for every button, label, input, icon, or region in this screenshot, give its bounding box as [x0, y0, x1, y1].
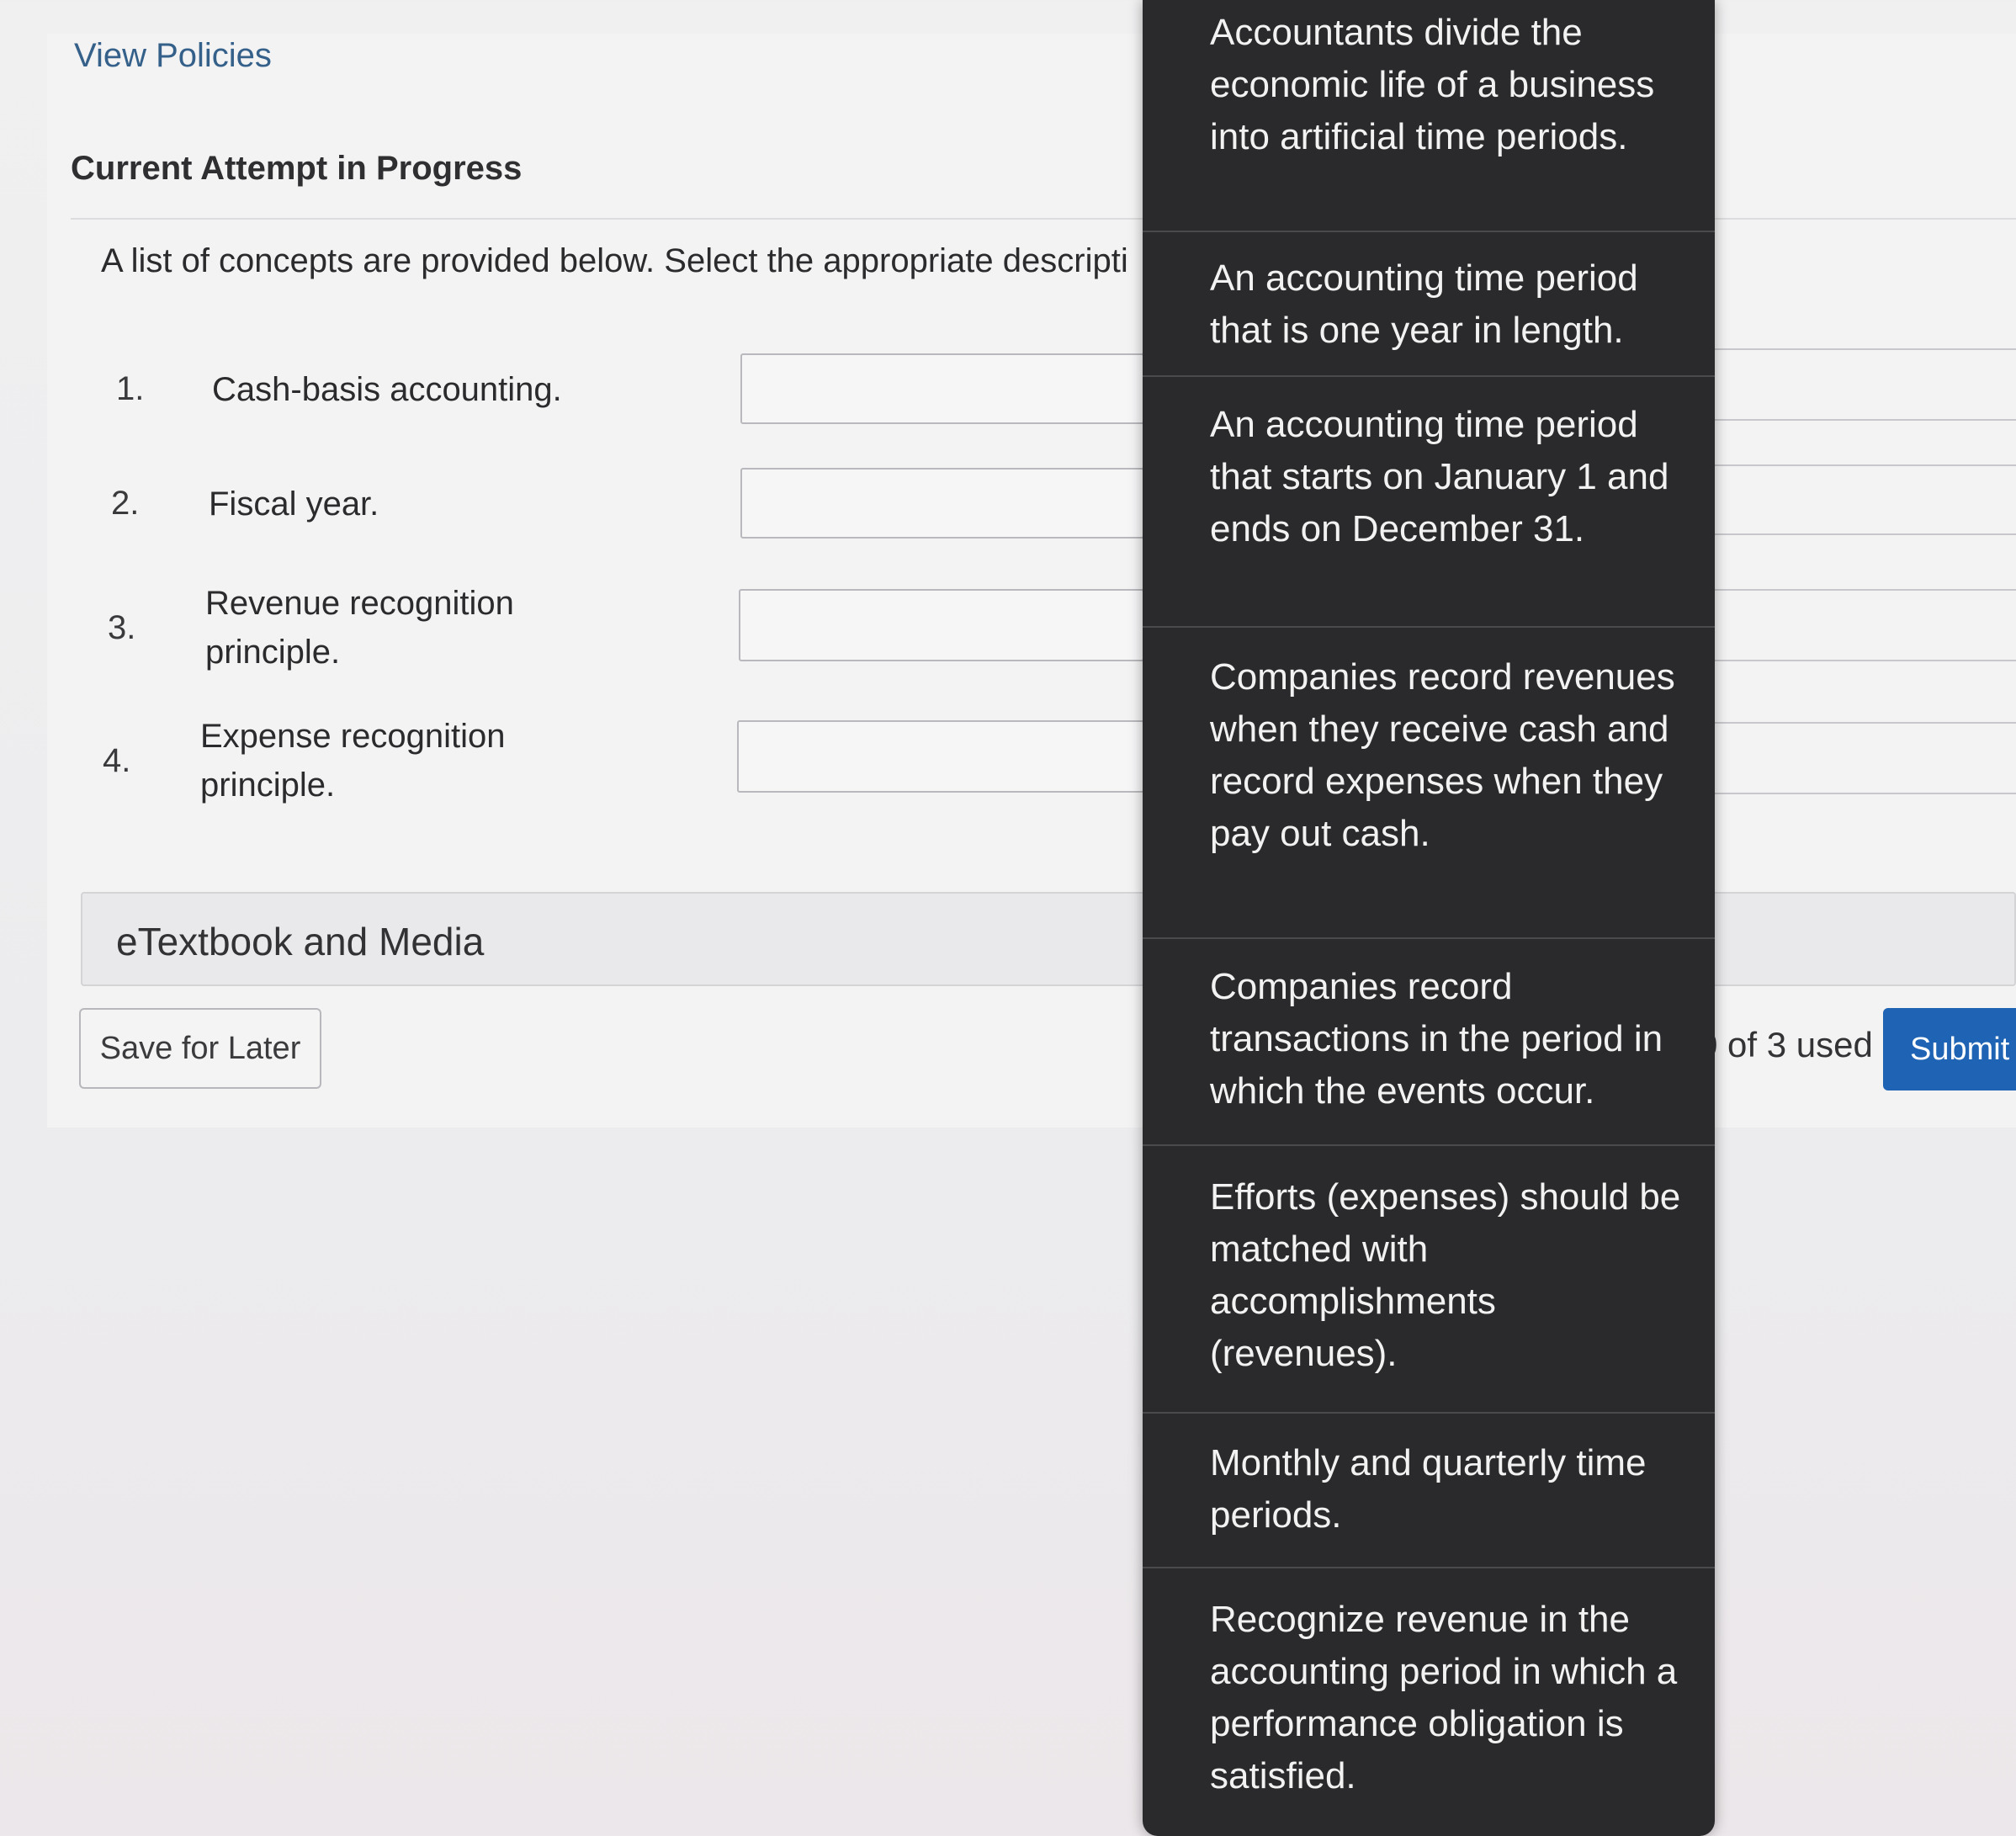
dropdown-option[interactable]: An accounting time period that is one ye… [1143, 232, 1715, 377]
view-policies-link[interactable]: View Policies [74, 37, 272, 75]
option-text: Recognize revenue in the accounting peri… [1210, 1599, 1678, 1796]
row-divider [1683, 419, 2016, 421]
dropdown-option[interactable]: Companies record transactions in the per… [1143, 939, 1715, 1146]
save-for-later-button[interactable]: Save for Later [79, 1008, 321, 1089]
attempts-used-text: 0 of 3 used [1698, 1025, 1873, 1064]
row-divider [1700, 793, 2016, 794]
row-divider [1688, 533, 2016, 535]
page: View Policies Current Attempt in Progres… [0, 0, 2016, 1836]
question-number-1: 1. [116, 370, 145, 407]
row-divider [1700, 722, 2016, 724]
option-text: Companies record revenues when they rece… [1210, 656, 1675, 854]
attempt-status-heading: Current Attempt in Progress [71, 150, 523, 187]
dropdown-option[interactable]: Recognize revenue in the accounting peri… [1143, 1568, 1715, 1836]
question-number-2: 2. [111, 485, 140, 522]
row-divider [1688, 464, 2016, 466]
row-divider [1691, 589, 2016, 591]
question-instructions: A list of concepts are provided below. S… [101, 242, 1128, 279]
dropdown-option[interactable]: Efforts (expenses) should be matched wit… [1143, 1146, 1715, 1414]
option-text: Accountants divide the economic life of … [1210, 12, 1655, 157]
etextbook-media-label: eTextbook and Media [116, 920, 485, 963]
submit-answer-button[interactable]: Submit A [1883, 1008, 2016, 1090]
dropdown-option[interactable]: Companies record revenues when they rece… [1143, 628, 1715, 939]
answer-dropdown-2[interactable] [740, 468, 1144, 539]
answer-dropdown-4[interactable] [737, 720, 1144, 793]
answer-dropdown-3[interactable] [739, 589, 1144, 661]
divider [71, 218, 2016, 220]
dropdown-option[interactable]: Accountants divide the economic life of … [1143, 0, 1715, 232]
question-label-3: Revenue recognition principle. [205, 585, 514, 671]
answer-dropdown-1[interactable] [740, 353, 1144, 424]
question-number-4: 4. [103, 742, 131, 779]
row-divider [1691, 660, 2016, 661]
question-number-3: 3. [108, 609, 136, 646]
etextbook-media-section[interactable]: eTextbook and Media [81, 892, 2016, 986]
option-text: Efforts (expenses) should be matched wit… [1210, 1176, 1681, 1374]
row-divider [1683, 348, 2016, 350]
option-text: An accounting time period that is one ye… [1210, 257, 1638, 351]
option-text: Companies record transactions in the per… [1210, 966, 1663, 1112]
dropdown-option[interactable]: Monthly and quarterly time periods. [1143, 1414, 1715, 1568]
question-label-1: Cash-basis accounting. [212, 371, 562, 408]
answer-options-dropdown: Accountants divide the economic life of … [1143, 0, 1715, 1836]
dropdown-option[interactable]: An accounting time period that starts on… [1143, 377, 1715, 628]
option-text: An accounting time period that starts on… [1210, 404, 1669, 549]
option-text: Monthly and quarterly time periods. [1210, 1442, 1647, 1536]
question-label-4: Expense recognition principle. [200, 718, 506, 804]
question-label-2: Fiscal year. [209, 486, 379, 523]
